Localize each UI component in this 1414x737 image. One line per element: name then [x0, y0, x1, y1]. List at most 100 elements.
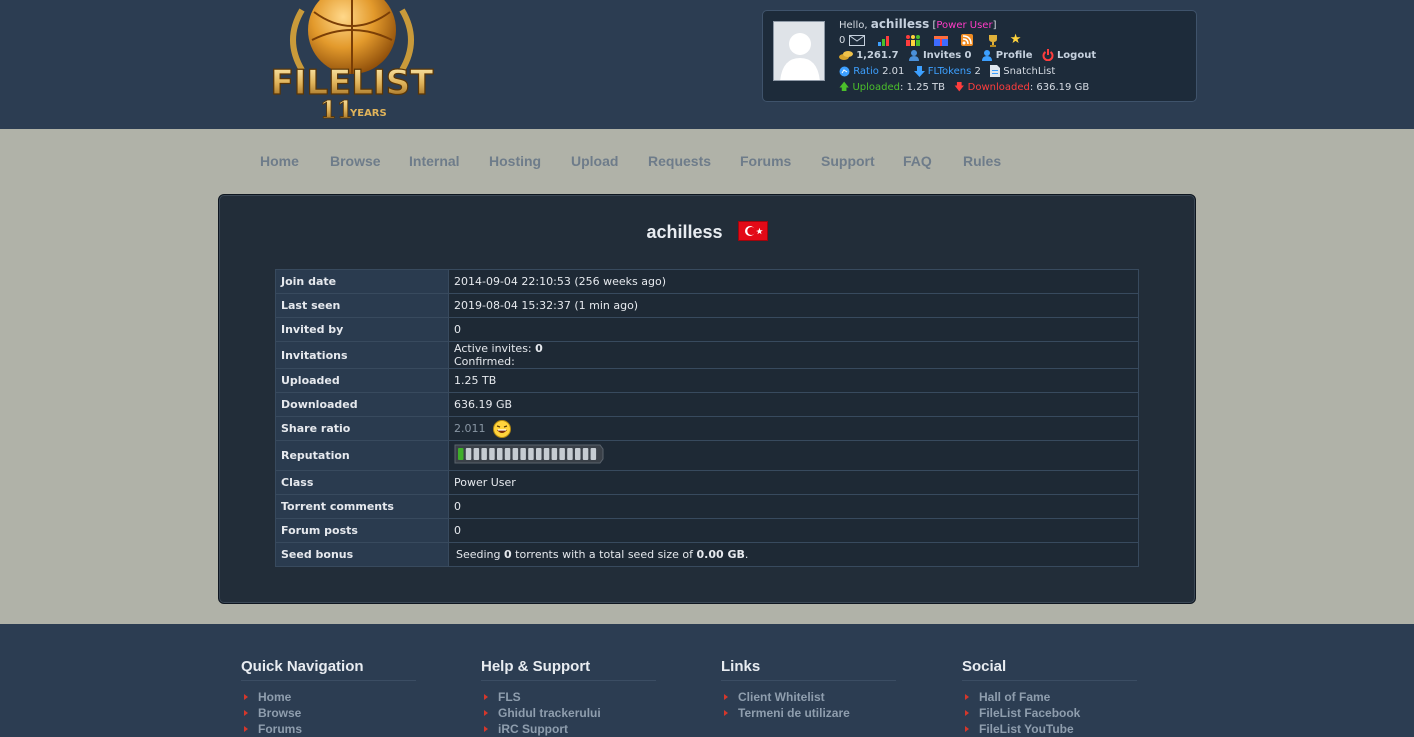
- reputation-segment-empty: [504, 448, 511, 460]
- reputation-segment-empty: [481, 448, 487, 460]
- fltokens-link[interactable]: FLTokens: [928, 66, 972, 77]
- nav-home[interactable]: Home: [260, 153, 299, 169]
- footer-link[interactable]: FileList Facebook: [962, 705, 1137, 721]
- footer-link[interactable]: Client Whitelist: [721, 689, 896, 705]
- fltokens-icon: [913, 65, 925, 77]
- uploaded-label: Uploaded: [852, 82, 901, 93]
- turkey-flag-icon: [737, 221, 768, 241]
- trophy-icon[interactable]: [987, 34, 999, 47]
- footer-link[interactable]: FLS: [481, 689, 656, 705]
- nav-requests[interactable]: Requests: [648, 153, 711, 169]
- join-date-value: 2014-09-04 22:10:53 (256 weeks ago): [448, 269, 1139, 294]
- uploaded-label: Uploaded: [275, 368, 449, 393]
- greeting-text: Hello,: [839, 20, 871, 31]
- site-logo[interactable]: FILELIST 11 YEARS: [262, 0, 442, 124]
- downloaded-label: Downloaded: [275, 392, 449, 417]
- footer-link[interactable]: Browse: [241, 705, 416, 721]
- avatar[interactable]: [773, 21, 825, 81]
- footer-quick-navigation: Quick Navigation Home Browse Forums: [241, 658, 416, 737]
- ratio-icon: [839, 66, 850, 76]
- bonus-line: 1,261.7 Invites 0 Profile Logout: [839, 49, 1096, 63]
- ratio-value: 2.01: [882, 66, 905, 77]
- reputation-segment-empty: [520, 448, 526, 460]
- table-row: Torrent comments 0: [275, 494, 1139, 519]
- svg-text:11: 11: [320, 95, 353, 124]
- invites-count: 0: [964, 50, 972, 61]
- reputation-segment-empty: [543, 448, 550, 460]
- footer-social: Social Hall of Fame FileList Facebook Fi…: [962, 658, 1137, 737]
- reputation-segment-empty: [512, 448, 519, 460]
- table-row: Forum posts 0: [275, 518, 1139, 543]
- downloaded-value: 636.19 GB: [448, 392, 1139, 417]
- username-link[interactable]: achilless: [871, 17, 930, 31]
- gift-icon[interactable]: [934, 34, 949, 46]
- fltokens-value: 2: [974, 66, 981, 77]
- uploaded-value: : 1.25 TB: [900, 82, 945, 93]
- quick-icons-line: 0 ★: [839, 33, 1021, 47]
- star-icon[interactable]: ★: [1010, 33, 1022, 47]
- invites-link[interactable]: Invites: [923, 50, 961, 61]
- last-seen-label: Last seen: [275, 293, 449, 318]
- seed-suffix: .: [744, 548, 749, 561]
- footer-heading: Quick Navigation: [241, 658, 416, 681]
- svg-text:YEARS: YEARS: [349, 108, 387, 119]
- greeting-line: Hello, achilless [Power User]: [839, 17, 996, 31]
- mail-icon[interactable]: [848, 34, 865, 46]
- footer-link[interactable]: Hall of Fame: [962, 689, 1137, 705]
- reputation-label: Reputation: [275, 440, 449, 471]
- nav-upload[interactable]: Upload: [571, 153, 618, 169]
- invite-user-icon: [908, 50, 919, 61]
- nav-rules[interactable]: Rules: [963, 153, 1001, 169]
- transfer-line: 🡅 Uploaded: 1.25 TB 🡇 Downloaded: 636.19…: [839, 81, 1089, 95]
- nav-internal[interactable]: Internal: [409, 153, 460, 169]
- table-row: Last seen 2019-08-04 15:32:37 (1 min ago…: [275, 293, 1139, 318]
- reputation-segment-empty: [536, 448, 542, 460]
- user-info-box: Hello, achilless [Power User] 0 ★ 1,261.…: [762, 10, 1197, 102]
- table-row: Share ratio 2.011: [275, 416, 1139, 441]
- nav-faq[interactable]: FAQ: [903, 153, 932, 169]
- profile-panel: achilless Join date 2014-09-04 22:10:53 …: [218, 194, 1196, 604]
- invited-by-label: Invited by: [275, 317, 449, 342]
- profile-user-icon: [981, 50, 992, 61]
- rss-icon[interactable]: [961, 34, 974, 46]
- footer-link[interactable]: Termeni de utilizare: [721, 705, 896, 721]
- table-row: Seed bonus Seeding 0 torrents with a tot…: [275, 542, 1139, 567]
- reputation-segment-filled: [458, 448, 464, 460]
- footer-link[interactable]: Forums: [241, 721, 416, 737]
- invitations-label: Invitations: [275, 341, 449, 369]
- footer-links: Links Client Whitelist Termeni de utiliz…: [721, 658, 896, 721]
- reputation-bar: [454, 444, 604, 464]
- ratio-link[interactable]: Ratio: [853, 66, 879, 77]
- nav-hosting[interactable]: Hosting: [489, 153, 541, 169]
- seed-bonus-value: Seeding 0 torrents with a total seed siz…: [448, 542, 1139, 567]
- profile-title: achilless: [219, 221, 1195, 243]
- class-label: Class: [275, 470, 449, 495]
- footer-link[interactable]: Ghidul trackerului: [481, 705, 656, 721]
- footer-heading: Help & Support: [481, 658, 656, 681]
- profile-info-table: Join date 2014-09-04 22:10:53 (256 weeks…: [275, 269, 1139, 567]
- reputation-segment-empty: [465, 448, 472, 460]
- footer-link[interactable]: FileList YouTube: [962, 721, 1137, 737]
- share-ratio-label: Share ratio: [275, 416, 449, 441]
- footer-link[interactable]: Home: [241, 689, 416, 705]
- arrow-down-icon: 🡇: [954, 82, 965, 93]
- footer-link[interactable]: iRC Support: [481, 721, 656, 737]
- profile-username: achilless: [646, 222, 723, 242]
- stats-icon[interactable]: [877, 34, 892, 46]
- snatchlist-link[interactable]: SnatchList: [1003, 66, 1055, 77]
- reputation-segment-empty: [497, 448, 503, 460]
- seed-bonus-label: Seed bonus: [275, 542, 449, 567]
- logout-link[interactable]: Logout: [1057, 50, 1096, 61]
- nav-support[interactable]: Support: [821, 153, 875, 169]
- class-value: Power User: [448, 470, 1139, 495]
- messages-count: 0: [839, 35, 846, 46]
- nav-browse[interactable]: Browse: [330, 153, 381, 169]
- nav-forums[interactable]: Forums: [740, 153, 791, 169]
- reputation-segment-empty: [551, 448, 558, 460]
- profile-link[interactable]: Profile: [996, 50, 1033, 61]
- reputation-segment-empty: [489, 448, 495, 460]
- users-icon[interactable]: [905, 34, 921, 46]
- bonus-points[interactable]: 1,261.7: [856, 50, 898, 61]
- reputation-segment-empty: [559, 448, 565, 460]
- bracket-close: ]: [992, 20, 997, 31]
